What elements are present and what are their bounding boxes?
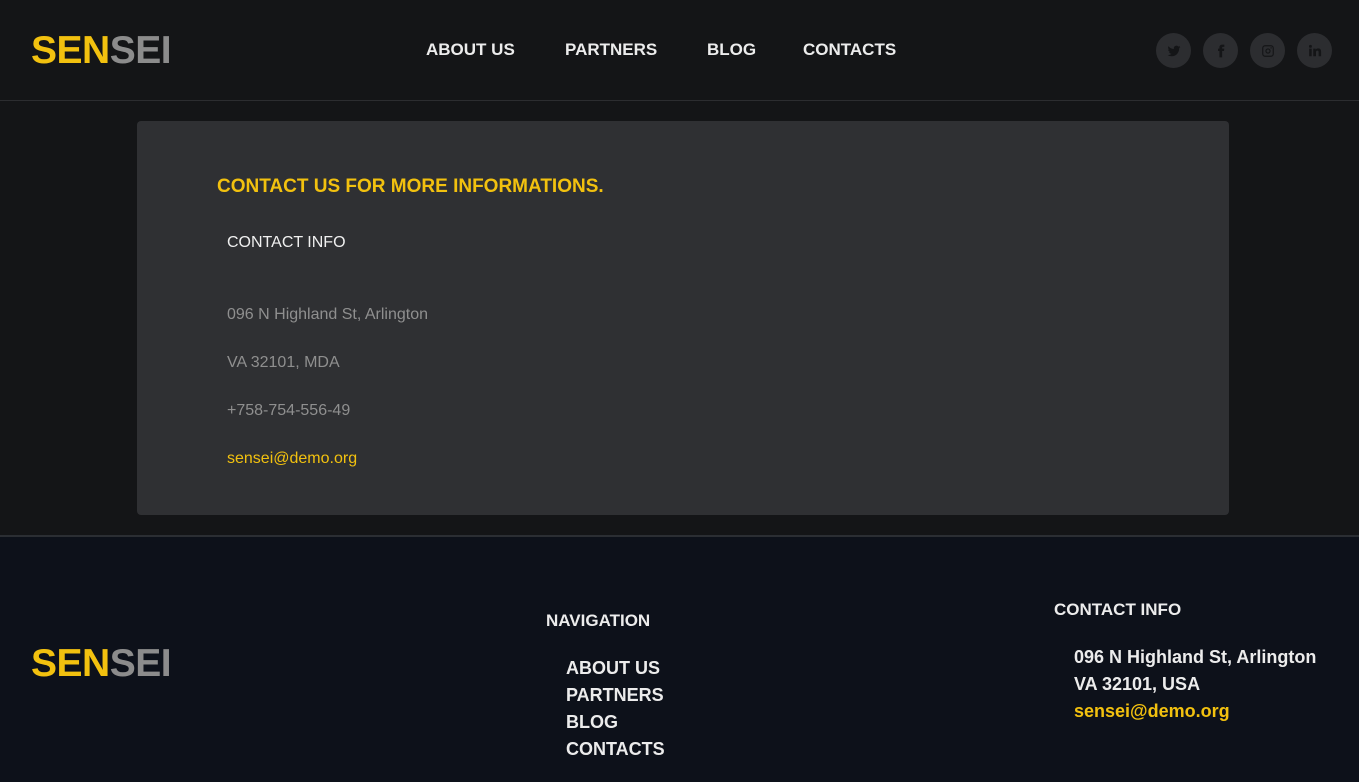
social-links bbox=[1156, 33, 1332, 68]
site-footer: SENSEI NAVIGATION ABOUT US PARTNERS BLOG… bbox=[0, 535, 1359, 782]
nav-contacts[interactable]: CONTACTS bbox=[803, 40, 896, 60]
footer-link-blog[interactable]: BLOG bbox=[566, 712, 618, 733]
footer-link-contacts[interactable]: CONTACTS bbox=[566, 739, 665, 760]
footer-link-about-us[interactable]: ABOUT US bbox=[566, 658, 660, 679]
instagram-icon[interactable] bbox=[1250, 33, 1285, 68]
contact-email-link[interactable]: sensei@demo.org bbox=[227, 450, 357, 467]
contact-address-line2: VA 32101, MDA bbox=[227, 354, 340, 371]
footer-email-link[interactable]: sensei@demo.org bbox=[1074, 701, 1230, 722]
footer-link-partners[interactable]: PARTNERS bbox=[566, 685, 664, 706]
contact-card-subtitle: CONTACT INFO bbox=[227, 234, 346, 251]
site-header: SENSEI ABOUT US PARTNERS BLOG CONTACTS bbox=[0, 0, 1359, 101]
footer-navigation-heading: NAVIGATION bbox=[546, 611, 651, 630]
contact-card: CONTACT US FOR MORE INFORMATIONS. CONTAC… bbox=[137, 121, 1229, 515]
nav-blog[interactable]: BLOG bbox=[707, 40, 756, 60]
linkedin-icon[interactable] bbox=[1297, 33, 1332, 68]
footer-address-line2: VA 32101, USA bbox=[1074, 674, 1201, 694]
footer-brand-logo[interactable]: SENSEI bbox=[31, 642, 172, 685]
facebook-icon[interactable] bbox=[1203, 33, 1238, 68]
footer-contact-heading: CONTACT INFO bbox=[1054, 600, 1182, 619]
footer-address-line1: 096 N Highland St, Arlington bbox=[1074, 647, 1317, 667]
footer-logo-part-sen: SEN bbox=[31, 642, 110, 685]
footer-logo-part-sei: SEI bbox=[109, 642, 172, 685]
contact-card-title: CONTACT US FOR MORE INFORMATIONS. bbox=[217, 176, 604, 197]
contact-address-line1: 096 N Highland St, Arlington bbox=[227, 306, 429, 323]
twitter-icon[interactable] bbox=[1156, 33, 1191, 68]
contact-phone: +758-754-556-49 bbox=[227, 402, 351, 419]
nav-about-us[interactable]: ABOUT US bbox=[426, 40, 515, 60]
nav-partners[interactable]: PARTNERS bbox=[565, 40, 657, 60]
